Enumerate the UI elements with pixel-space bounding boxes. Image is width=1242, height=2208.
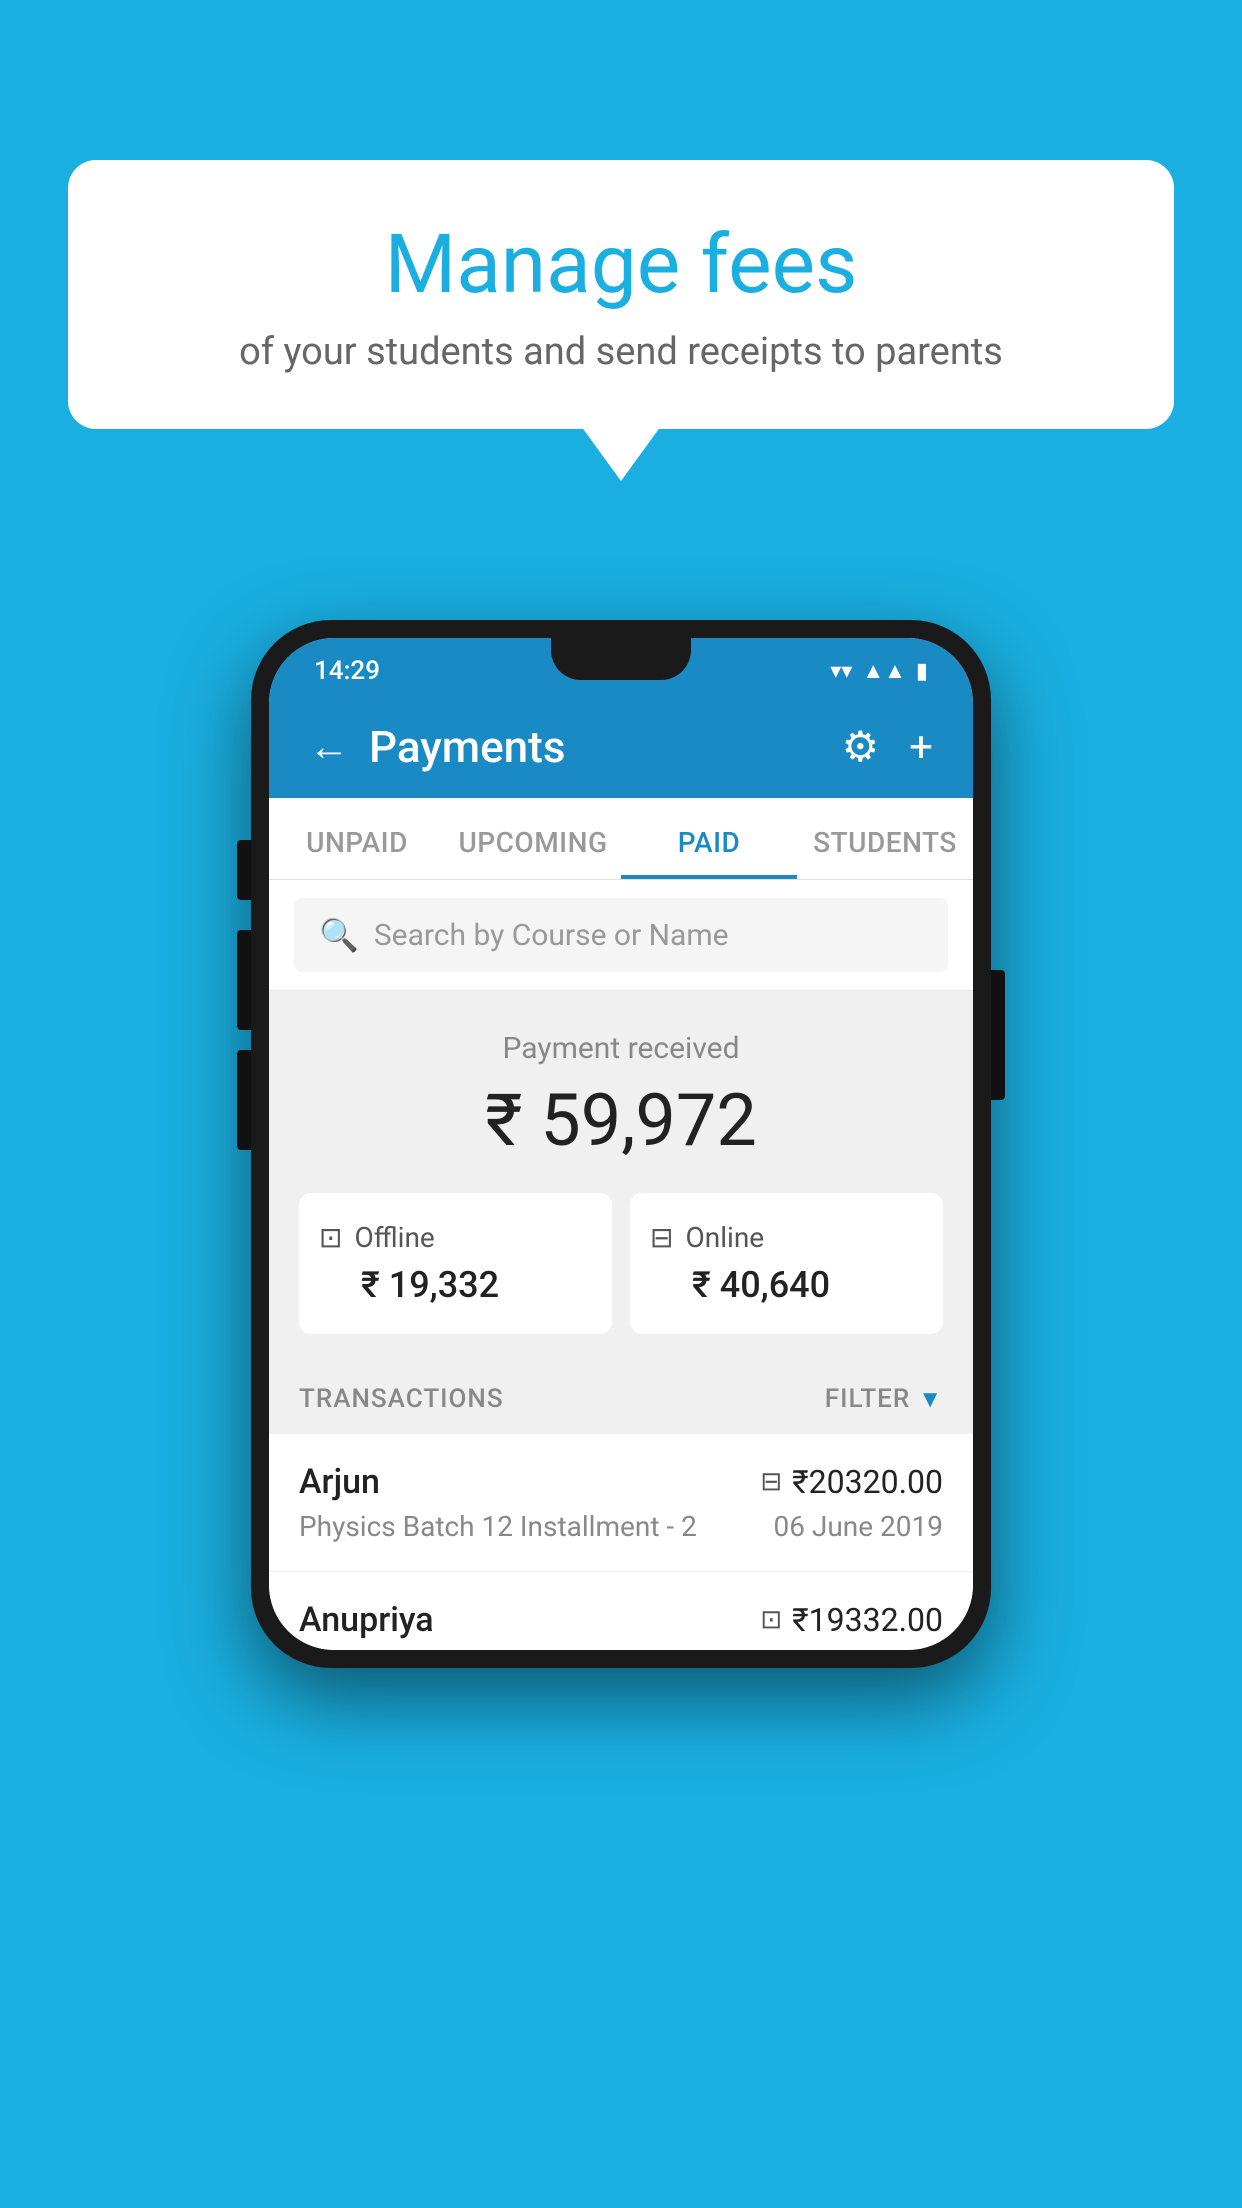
online-card-header: ⊟ Online	[650, 1221, 923, 1254]
online-label: Online	[685, 1221, 764, 1254]
table-row[interactable]: Anupriya ⊡ ₹19332.00	[269, 1572, 973, 1650]
transactions-header: TRANSACTIONS FILTER ▼	[269, 1364, 973, 1434]
side-button-right	[991, 970, 1005, 1100]
add-icon[interactable]: +	[909, 723, 933, 772]
search-icon: 🔍	[319, 916, 359, 954]
transaction-amount: ₹20320.00	[792, 1463, 943, 1501]
notch	[551, 638, 691, 680]
battery-icon: ▮	[916, 659, 928, 684]
side-button-vol-down	[237, 1050, 251, 1150]
transaction-top: Anupriya ⊡ ₹19332.00	[299, 1600, 943, 1640]
cash-icon: ⊡	[319, 1221, 342, 1254]
card-icon: ⊟	[650, 1221, 673, 1254]
search-input[interactable]: Search by Course or Name	[374, 918, 729, 953]
side-button-power	[237, 840, 251, 900]
page-title: Payments	[369, 721, 565, 773]
cash-payment-icon: ⊡	[760, 1605, 782, 1635]
wifi-icon: ▾▾	[830, 659, 852, 684]
payment-summary: Payment received ₹ 59,972 ⊡ Offline ₹ 19…	[269, 991, 973, 1364]
tab-paid[interactable]: PAID	[621, 798, 797, 879]
payment-cards: ⊡ Offline ₹ 19,332 ⊟ Online ₹ 40,640	[299, 1193, 943, 1334]
phone-screen: 14:29 ▾▾ ▲▲ ▮ ← Payments ⚙ +	[269, 638, 973, 1650]
transaction-name: Arjun	[299, 1462, 380, 1502]
tab-unpaid[interactable]: UNPAID	[269, 798, 445, 879]
filter-label: FILTER	[825, 1384, 910, 1414]
transaction-amount-wrap: ⊟ ₹20320.00	[760, 1463, 943, 1501]
search-bar[interactable]: 🔍 Search by Course or Name	[294, 898, 948, 972]
signal-icon: ▲▲	[862, 658, 906, 684]
offline-label: Offline	[354, 1221, 434, 1254]
status-time: 14:29	[314, 656, 380, 686]
offline-amount: ₹ 19,332	[319, 1264, 592, 1306]
online-amount: ₹ 40,640	[650, 1264, 923, 1306]
transaction-top: Arjun ⊟ ₹20320.00	[299, 1462, 943, 1502]
speech-bubble: Manage fees of your students and send re…	[68, 160, 1174, 429]
tab-students[interactable]: STUDENTS	[797, 798, 973, 879]
offline-card: ⊡ Offline ₹ 19,332	[299, 1193, 612, 1334]
speech-bubble-title: Manage fees	[118, 220, 1124, 310]
phone: 14:29 ▾▾ ▲▲ ▮ ← Payments ⚙ +	[251, 620, 991, 1668]
card-payment-icon: ⊟	[760, 1467, 782, 1497]
transactions-label: TRANSACTIONS	[299, 1384, 504, 1414]
online-card: ⊟ Online ₹ 40,640	[630, 1193, 943, 1334]
table-row[interactable]: Arjun ⊟ ₹20320.00 Physics Batch 12 Insta…	[269, 1434, 973, 1572]
payment-received-label: Payment received	[299, 1031, 943, 1066]
side-button-vol-up	[237, 930, 251, 1030]
transaction-name: Anupriya	[299, 1600, 434, 1640]
phone-outer: 14:29 ▾▾ ▲▲ ▮ ← Payments ⚙ +	[251, 620, 991, 1668]
transaction-course: Physics Batch 12 Installment - 2	[299, 1510, 697, 1543]
header-left: ← Payments	[309, 721, 565, 773]
header-right: ⚙ +	[842, 722, 934, 772]
status-icons: ▾▾ ▲▲ ▮	[830, 658, 928, 684]
transaction-bottom: Physics Batch 12 Installment - 2 06 June…	[299, 1510, 943, 1543]
speech-bubble-subtitle: of your students and send receipts to pa…	[118, 330, 1124, 374]
filter-icon: ▼	[918, 1385, 943, 1414]
search-container: 🔍 Search by Course or Name	[269, 880, 973, 991]
tab-bar: UNPAID UPCOMING PAID STUDENTS	[269, 798, 973, 880]
transaction-date: 06 June 2019	[773, 1510, 943, 1543]
transaction-amount-wrap: ⊡ ₹19332.00	[760, 1601, 943, 1639]
offline-card-header: ⊡ Offline	[319, 1221, 592, 1254]
back-button[interactable]: ←	[309, 727, 349, 767]
payment-total-amount: ₹ 59,972	[299, 1078, 943, 1163]
settings-icon[interactable]: ⚙	[842, 722, 880, 772]
transaction-amount: ₹19332.00	[792, 1601, 943, 1639]
filter-button[interactable]: FILTER ▼	[825, 1384, 943, 1414]
status-bar: 14:29 ▾▾ ▲▲ ▮	[269, 638, 973, 696]
tab-upcoming[interactable]: UPCOMING	[445, 798, 621, 879]
app-header: ← Payments ⚙ +	[269, 696, 973, 798]
